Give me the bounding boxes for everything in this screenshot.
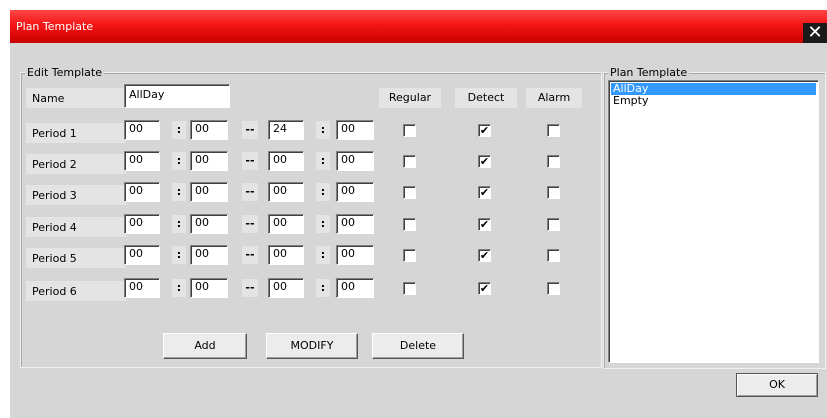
start-hour-field[interactable]: 00: [124, 182, 160, 202]
end-minute-field[interactable]: 00: [336, 182, 374, 202]
alarm-checkbox[interactable]: [547, 124, 560, 137]
colon-separator: :: [172, 121, 186, 139]
colon-separator: :: [316, 121, 330, 139]
dash-separator: --: [242, 121, 258, 139]
start-minute-field[interactable]: 00: [190, 182, 228, 202]
add-button[interactable]: Add: [163, 333, 247, 359]
delete-button[interactable]: Delete: [372, 333, 464, 359]
start-minute-field[interactable]: 00: [190, 278, 228, 298]
edit-template-legend: Edit Template: [25, 66, 104, 79]
alarm-checkbox[interactable]: [547, 218, 560, 231]
dash-separator: --: [242, 279, 258, 297]
colon-separator: :: [172, 246, 186, 264]
end-minute-field[interactable]: 00: [336, 214, 374, 234]
detect-checkbox[interactable]: ✔: [478, 186, 491, 199]
alarm-checkbox[interactable]: [547, 186, 560, 199]
end-hour-field[interactable]: 00: [268, 245, 304, 265]
end-minute-field[interactable]: 00: [336, 278, 374, 298]
colon-separator: :: [172, 279, 186, 297]
end-minute-field[interactable]: 00: [336, 245, 374, 265]
detect-checkbox[interactable]: ✔: [478, 282, 491, 295]
colon-separator: :: [172, 183, 186, 201]
header-regular: Regular: [379, 88, 441, 108]
colon-separator: :: [316, 215, 330, 233]
period-label: Period 6: [26, 281, 126, 301]
detect-checkbox[interactable]: ✔: [478, 155, 491, 168]
colon-separator: :: [316, 246, 330, 264]
header-alarm: Alarm: [526, 88, 582, 108]
plan-template-legend: Plan Template: [608, 66, 690, 79]
regular-checkbox[interactable]: [403, 249, 416, 262]
start-hour-field[interactable]: 00: [124, 245, 160, 265]
plan-template-dialog: Plan Template ✕ Edit Template Plan Templ…: [10, 10, 827, 418]
period-label: Period 2: [26, 154, 126, 174]
regular-checkbox[interactable]: [403, 218, 416, 231]
end-minute-field[interactable]: 00: [336, 151, 374, 171]
regular-checkbox[interactable]: [403, 124, 416, 137]
end-hour-field[interactable]: 24: [268, 120, 304, 140]
end-hour-field[interactable]: 00: [268, 214, 304, 234]
start-minute-field[interactable]: 00: [190, 151, 228, 171]
colon-separator: :: [172, 152, 186, 170]
plan-template-list[interactable]: AllDay Empty: [608, 80, 819, 363]
modify-button[interactable]: MODIFY: [266, 333, 358, 359]
regular-checkbox[interactable]: [403, 186, 416, 199]
alarm-checkbox[interactable]: [547, 155, 560, 168]
alarm-checkbox[interactable]: [547, 282, 560, 295]
end-hour-field[interactable]: 00: [268, 182, 304, 202]
dash-separator: --: [242, 152, 258, 170]
end-minute-field[interactable]: 00: [336, 120, 374, 140]
regular-checkbox[interactable]: [403, 282, 416, 295]
start-hour-field[interactable]: 00: [124, 120, 160, 140]
regular-checkbox[interactable]: [403, 155, 416, 168]
period-label: Period 1: [26, 123, 126, 143]
end-hour-field[interactable]: 00: [268, 151, 304, 171]
start-hour-field[interactable]: 00: [124, 214, 160, 234]
plan-template-item[interactable]: Empty: [611, 95, 816, 107]
header-detect: Detect: [455, 88, 517, 108]
colon-separator: :: [316, 279, 330, 297]
dash-separator: --: [242, 215, 258, 233]
start-minute-field[interactable]: 00: [190, 120, 228, 140]
dash-separator: --: [242, 183, 258, 201]
start-hour-field[interactable]: 00: [124, 278, 160, 298]
alarm-checkbox[interactable]: [547, 249, 560, 262]
period-label: Period 4: [26, 217, 126, 237]
ok-button[interactable]: OK: [736, 373, 818, 397]
start-hour-field[interactable]: 00: [124, 151, 160, 171]
colon-separator: :: [172, 215, 186, 233]
detect-checkbox[interactable]: ✔: [478, 218, 491, 231]
dash-separator: --: [242, 246, 258, 264]
period-label: Period 5: [26, 248, 126, 268]
close-icon[interactable]: ✕: [803, 23, 827, 43]
detect-checkbox[interactable]: ✔: [478, 124, 491, 137]
start-minute-field[interactable]: 00: [190, 214, 228, 234]
end-hour-field[interactable]: 00: [268, 278, 304, 298]
name-label: Name: [26, 88, 126, 108]
period-label: Period 3: [26, 185, 126, 205]
colon-separator: :: [316, 183, 330, 201]
colon-separator: :: [316, 152, 330, 170]
start-minute-field[interactable]: 00: [190, 245, 228, 265]
window-title: Plan Template: [16, 20, 94, 33]
title-bar[interactable]: Plan Template ✕: [10, 10, 827, 43]
detect-checkbox[interactable]: ✔: [478, 249, 491, 262]
name-input[interactable]: AllDay: [124, 84, 230, 108]
